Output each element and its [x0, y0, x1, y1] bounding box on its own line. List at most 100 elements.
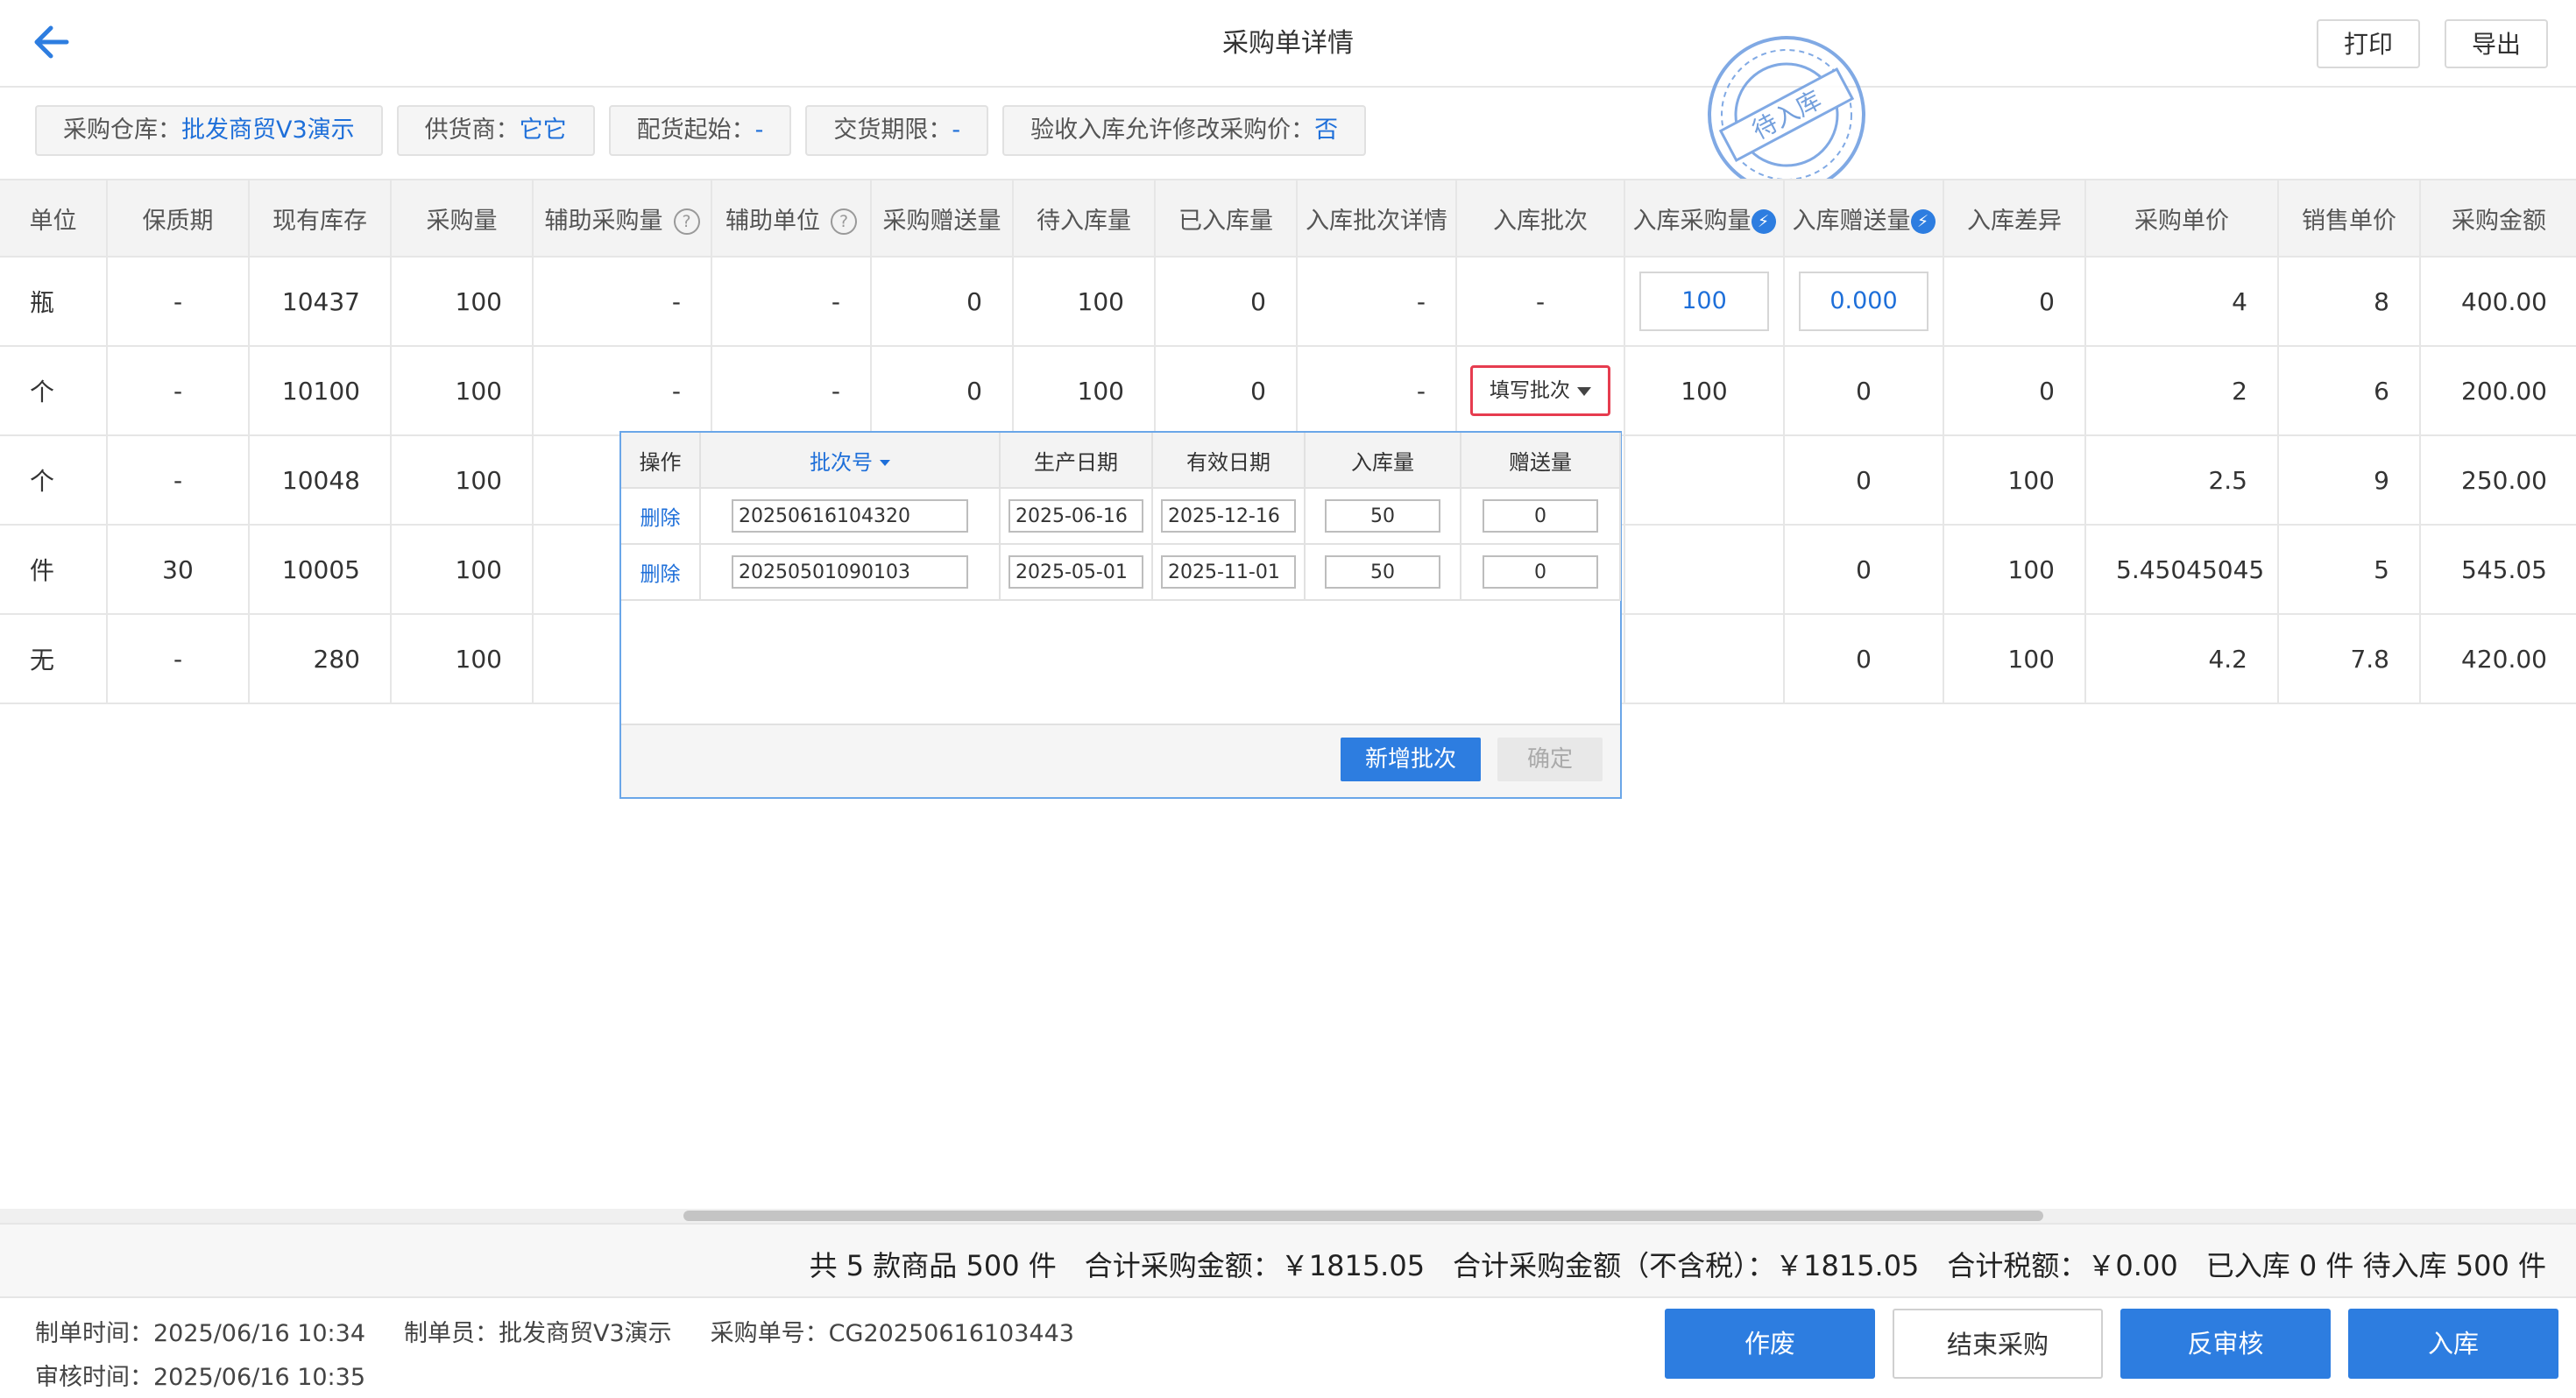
- allow-edit-price-value: 否: [1314, 116, 1339, 144]
- add-batch-button[interactable]: 新增批次: [1341, 738, 1481, 781]
- inbound-purchase-qty-input[interactable]: 100: [1639, 272, 1769, 331]
- void-button[interactable]: 作废: [1665, 1309, 1875, 1379]
- batch-number-input[interactable]: [732, 555, 968, 589]
- confirm-button[interactable]: 确定: [1497, 738, 1603, 781]
- batch-number-input[interactable]: [732, 499, 968, 533]
- cell-stock: 10437: [249, 257, 392, 347]
- export-button[interactable]: 导出: [2445, 19, 2548, 68]
- cell-shelf-life: -: [107, 346, 250, 436]
- expiry-date-input[interactable]: [1161, 499, 1296, 533]
- batch-cell-number: [700, 544, 1001, 601]
- cell-purchase-amount: 200.00: [2420, 346, 2576, 436]
- unaudit-button[interactable]: 反审核: [2120, 1309, 2331, 1379]
- cell-stock: 10048: [249, 435, 392, 526]
- batch-popup: 操作 批次号 生产日期 有效日期 入库量 赠送量 删除 删除: [619, 431, 1622, 799]
- cell-inbound-purchase-qty: [1624, 614, 1785, 704]
- cell-aux-unit: -: [711, 346, 872, 436]
- batch-col-gift: 赠送量: [1461, 433, 1621, 489]
- cell-unit: 无: [0, 614, 108, 704]
- col-purchase-price: 采购单价: [2085, 179, 2279, 258]
- cell-unit: 个: [0, 346, 108, 436]
- delivery-deadline-label: 交货期限：: [833, 116, 952, 144]
- stock-in-button[interactable]: 入库: [2348, 1309, 2558, 1379]
- cell-shelf-life: 30: [107, 525, 250, 615]
- warehouse-value: 批发商贸V3演示: [181, 116, 355, 144]
- cell-sale-price: 9: [2278, 435, 2421, 526]
- dispatch-start-label: 配货起始：: [636, 116, 755, 144]
- cell-purchase-qty: 100: [391, 525, 534, 615]
- stamp-text: 待入库: [1747, 85, 1826, 145]
- inbound-gift-qty-input[interactable]: 0.000: [1799, 272, 1928, 331]
- cell-purchase-price: 2: [2085, 346, 2279, 436]
- fill-batch-dropdown[interactable]: 填写批次: [1470, 365, 1610, 416]
- cell-sale-price: 6: [2278, 346, 2421, 436]
- cell-purchase-price: 4: [2085, 257, 2279, 347]
- cell-inbound-purchase-qty: 100: [1624, 257, 1785, 347]
- delivery-deadline-chip: 交货期限：-: [805, 105, 989, 156]
- col-inbound-diff: 入库差异: [1943, 179, 2086, 258]
- cell-unit: 个: [0, 435, 108, 526]
- cell-sale-price: 8: [2278, 257, 2421, 347]
- cell-inbound-gift-qty: 0: [1784, 346, 1944, 436]
- batch-cell-op: 删除: [621, 544, 701, 601]
- production-date-input[interactable]: [1008, 499, 1143, 533]
- batch-col-prod-date: 生产日期: [1000, 433, 1153, 489]
- batch-gift-input[interactable]: [1483, 499, 1598, 533]
- production-date-input[interactable]: [1008, 555, 1143, 589]
- batch-qty-input[interactable]: [1325, 555, 1440, 589]
- batch-header-row: 操作 批次号 生产日期 有效日期 入库量 赠送量: [621, 433, 1621, 489]
- cell-pending-qty: 100: [1013, 346, 1156, 436]
- cell-received-qty: 0: [1155, 257, 1298, 347]
- batch-gift-input[interactable]: [1483, 555, 1598, 589]
- batch-col-number[interactable]: 批次号: [700, 433, 1001, 489]
- cell-aux-purchase-qty: -: [533, 257, 712, 347]
- batch-col-operation: 操作: [621, 433, 701, 489]
- help-icon[interactable]: ?: [831, 208, 857, 235]
- cell-unit: 件: [0, 525, 108, 615]
- total-tax: 合计税额：￥0.00: [1947, 1249, 2178, 1282]
- cell-stock: 10005: [249, 525, 392, 615]
- cell-shelf-life: -: [107, 435, 250, 526]
- cell-inbound-diff: 100: [1943, 614, 2086, 704]
- lightning-icon[interactable]: ⚡: [1751, 209, 1776, 234]
- expiry-date-input[interactable]: [1161, 555, 1296, 589]
- delete-link[interactable]: 删除: [640, 563, 681, 586]
- batch-qty-input[interactable]: [1325, 499, 1440, 533]
- cell-aux-purchase-qty: -: [533, 346, 712, 436]
- col-inbound-purchase-qty: 入库采购量 ⚡: [1624, 179, 1785, 258]
- cell-inbound-diff: 100: [1943, 525, 2086, 615]
- lightning-icon[interactable]: ⚡: [1910, 209, 1936, 234]
- warehouse-label: 采购仓库：: [63, 116, 181, 144]
- cell-purchase-gift-qty: 0: [871, 346, 1014, 436]
- help-icon[interactable]: ?: [673, 208, 700, 235]
- horizontal-scrollbar[interactable]: [0, 1209, 2576, 1223]
- col-inbound-purchase-qty-label: 入库采购量: [1632, 207, 1752, 235]
- cell-inbound-gift-qty: 0.000: [1784, 257, 1944, 347]
- cell-purchase-amount: 545.05: [2420, 525, 2576, 615]
- batch-table: 操作 批次号 生产日期 有效日期 入库量 赠送量 删除 删除: [621, 433, 1621, 601]
- delete-link[interactable]: 删除: [640, 507, 681, 530]
- cell-purchase-qty: 100: [391, 435, 534, 526]
- total-amount-notax: 合计采购金额（不含税）：￥1815.05: [1453, 1249, 1920, 1282]
- table-header-row: 单位 保质期 现有库存 采购量 辅助采购量? 辅助单位? 采购赠送量 待入库量 …: [0, 179, 2576, 258]
- batch-col-number-label: 批次号: [810, 449, 873, 475]
- caret-down-icon: [1577, 386, 1591, 396]
- cell-batch-detail: -: [1297, 346, 1457, 436]
- col-stock: 现有库存: [249, 179, 392, 258]
- col-sale-price: 销售单价: [2278, 179, 2421, 258]
- order-number: 采购单号：CG20250616103443: [710, 1320, 1074, 1347]
- cell-purchase-price: 2.5: [2085, 435, 2279, 526]
- cell-purchase-qty: 100: [391, 257, 534, 347]
- scrollbar-thumb[interactable]: [683, 1211, 2043, 1221]
- dispatch-start-value: -: [754, 116, 764, 144]
- batch-cell-gift: [1461, 488, 1621, 545]
- col-inbound-gift-qty-label: 入库赠送量: [1792, 207, 1911, 235]
- cell-purchase-qty: 100: [391, 614, 534, 704]
- col-aux-unit-label: 辅助单位: [725, 207, 820, 235]
- print-button[interactable]: 打印: [2317, 19, 2420, 68]
- supplier-value: 它它: [519, 116, 567, 144]
- col-aux-purchase-qty: 辅助采购量?: [533, 179, 712, 258]
- sort-down-icon: [880, 460, 890, 466]
- table-row: 瓶 - 10437 100 - - 0 100 0 - - 100 0.000 …: [0, 257, 2576, 347]
- end-purchase-button[interactable]: 结束采购: [1893, 1309, 2103, 1379]
